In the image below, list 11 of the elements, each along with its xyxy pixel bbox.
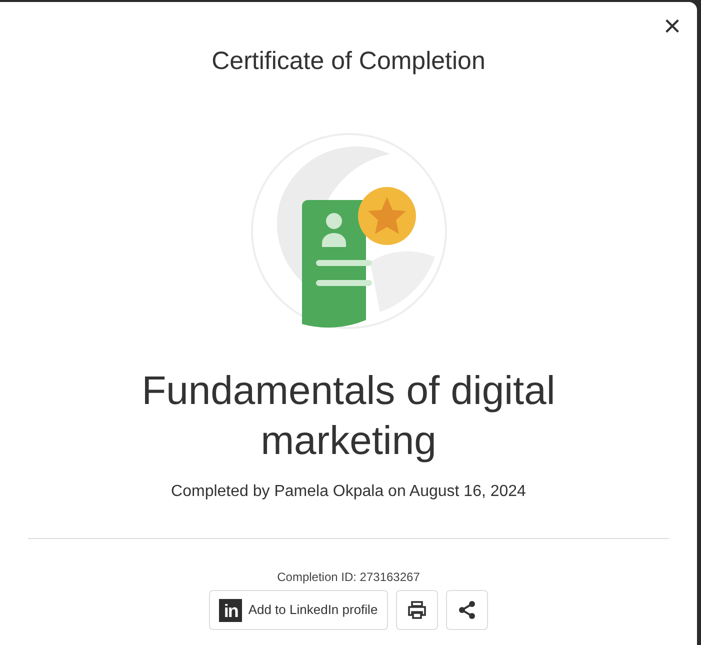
- add-to-linkedin-button[interactable]: in Add to LinkedIn profile: [209, 590, 388, 630]
- dialog-title: Certificate of Completion: [212, 46, 486, 76]
- completion-details: Completed by Pamela Okpala on August 16, 2024: [170, 482, 527, 502]
- share-icon: [456, 600, 477, 620]
- linkedin-logo-icon: in: [219, 598, 242, 622]
- close-button[interactable]: ×: [657, 10, 687, 44]
- print-button[interactable]: [396, 590, 438, 630]
- completion-id: Completion ID: 273163267: [276, 569, 421, 586]
- course-title: Fundamentals of digital marketing: [140, 368, 556, 465]
- printer-icon: [406, 600, 427, 620]
- share-button[interactable]: [446, 590, 488, 630]
